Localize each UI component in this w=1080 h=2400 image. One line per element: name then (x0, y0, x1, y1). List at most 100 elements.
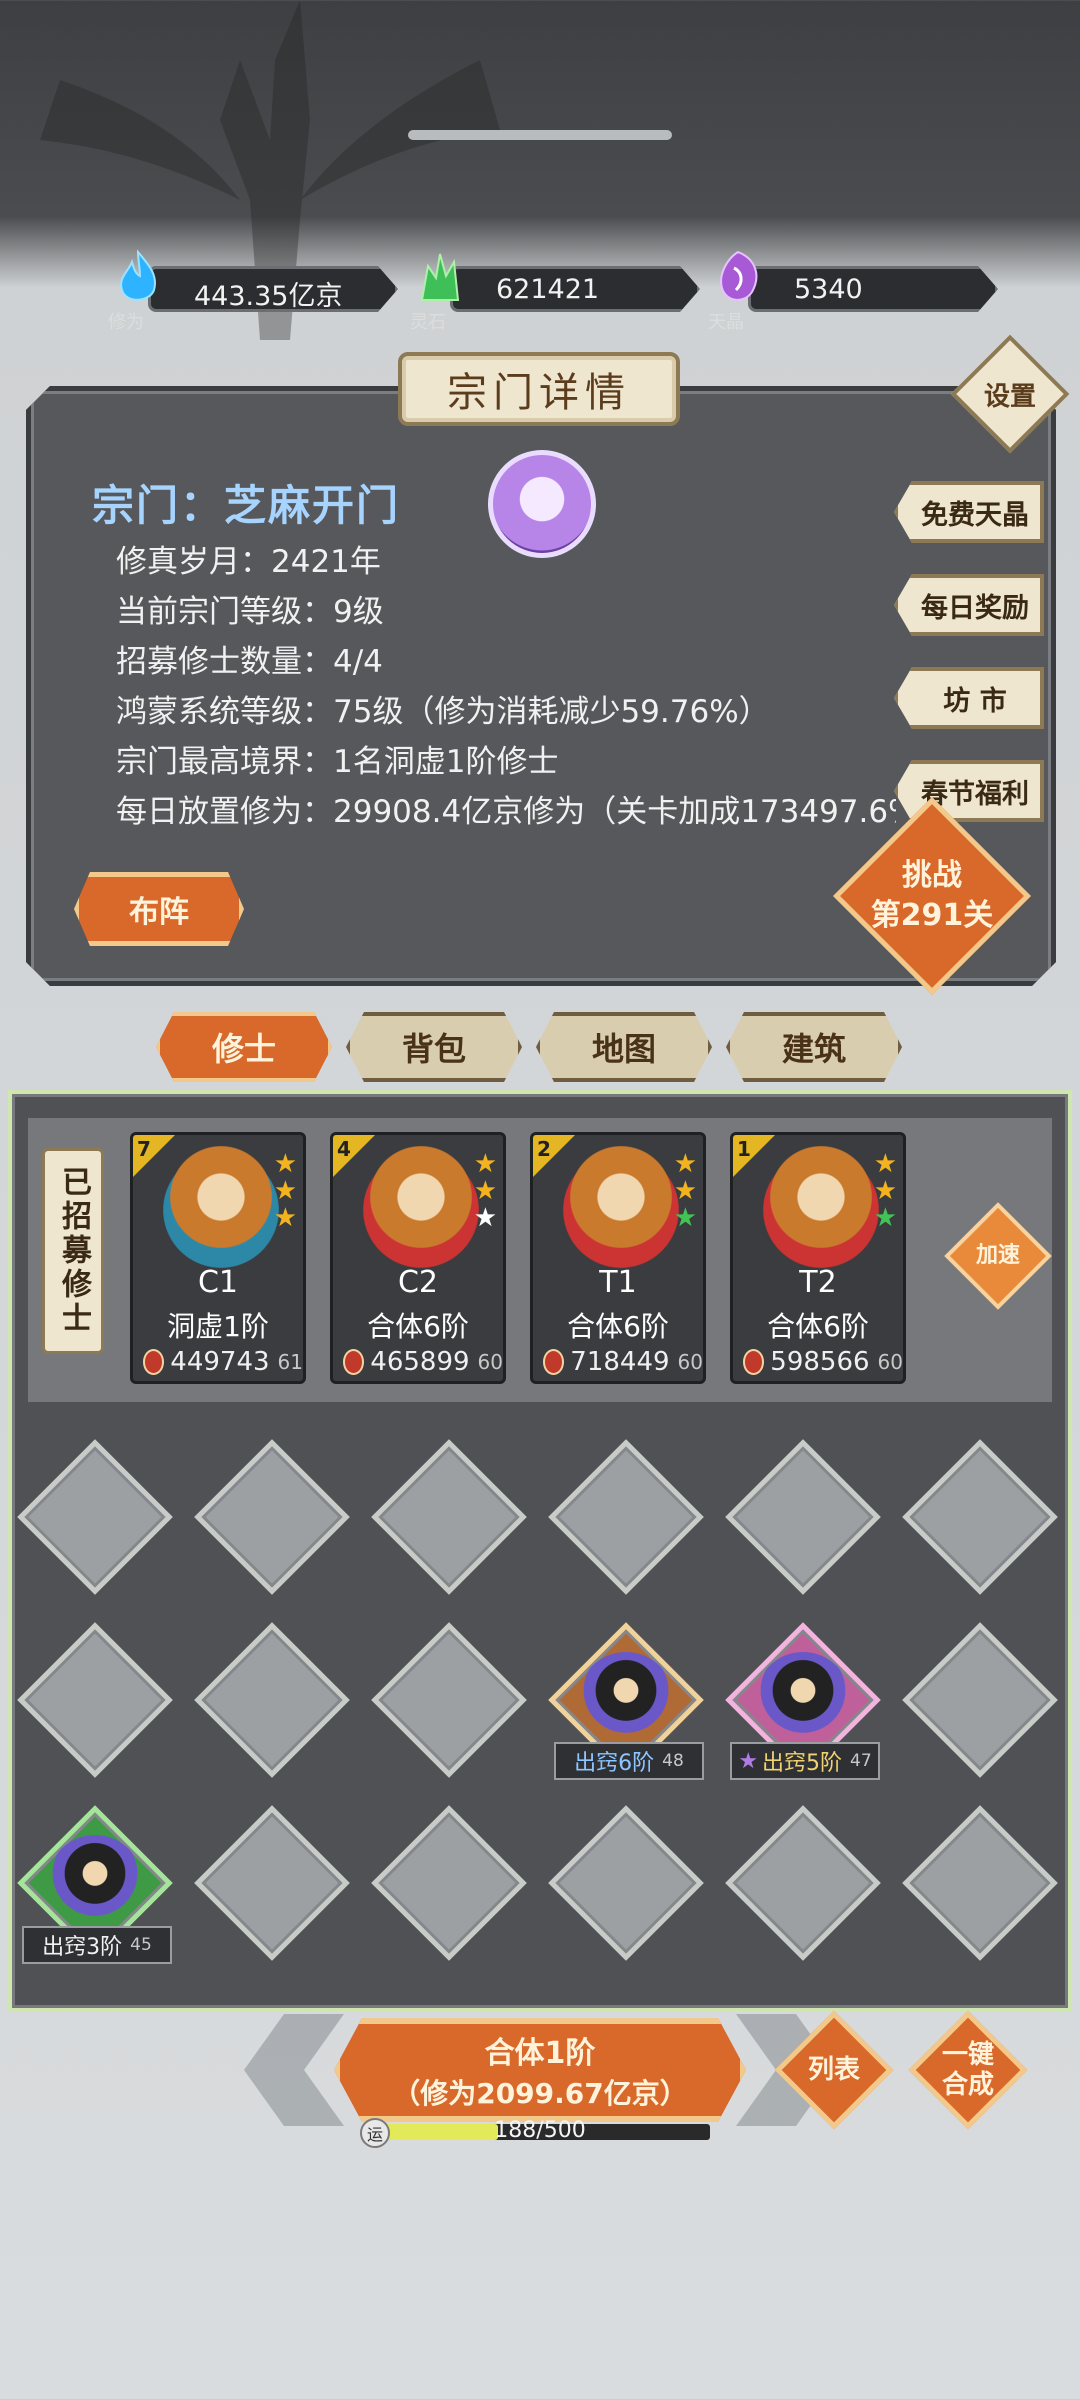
cultivator-power: 465899 60 (343, 1345, 503, 1379)
list-label: 列表 (807, 2055, 860, 2085)
resource-label: 灵石 (410, 312, 446, 333)
auto-merge-button[interactable]: 一键合成 (908, 2010, 1028, 2130)
star-rating: ★ ★ ★ (874, 1151, 897, 1231)
star-icon: ★ (873, 1203, 897, 1233)
market-button[interactable]: 坊 市 (894, 667, 1044, 729)
cultivator-realm: 合体6阶 (567, 1310, 669, 1343)
star-icon: ★ (273, 1176, 297, 1206)
star-icon: ★ (873, 1176, 897, 1206)
power-badge-icon (543, 1349, 565, 1375)
power-sub: 60 (677, 1350, 703, 1374)
cultivator-portrait (151, 1145, 291, 1275)
slot-realm: 出窍6阶 (574, 1751, 655, 1776)
star-icon: ★ (873, 1149, 897, 1179)
star-icon: ★ (273, 1203, 297, 1233)
power-badge-icon (743, 1349, 765, 1375)
cultivator-name: T1 (599, 1265, 637, 1300)
power-value: 718449 (570, 1347, 670, 1377)
cultivator-power: 718449 60 (543, 1345, 703, 1379)
settings-label: 设置 (983, 381, 1036, 412)
cultivator-name: C2 (397, 1265, 439, 1300)
slot-sub: 47 (850, 1751, 872, 1771)
cultivator-realm: 洞虚1阶 (167, 1310, 269, 1343)
cultivator-card[interactable]: 2 ★ ★ ★ T1 合体6阶 718449 60 (530, 1132, 706, 1384)
luck-progress-text: 188/500 (494, 2118, 586, 2143)
cultivator-name: C1 (197, 1265, 239, 1300)
star-rating: ★ ★ ★ (674, 1151, 697, 1231)
power-value: 449743 (170, 1347, 270, 1377)
cultivator-card[interactable]: 1 ★ ★ ★ T2 合体6阶 598566 60 (730, 1132, 906, 1384)
cultivator-power: 598566 60 (743, 1345, 903, 1379)
resource-cultivation[interactable]: 443.35亿京 修为 (108, 249, 398, 333)
star-icon: ★ (673, 1203, 697, 1233)
cultivator-card[interactable]: 7 ★ ★ ★ C1 洞虚1阶 449743 61 (130, 1132, 306, 1384)
resource-spirit-stone[interactable]: 621421 灵石 (410, 253, 700, 333)
info-system-level: 鸿蒙系统等级：75级（修为消耗减少59.76%） (116, 694, 770, 730)
cultivator-card[interactable]: 4 ★ ★ ★ C2 合体6阶 465899 60 (330, 1132, 506, 1384)
resource-value: 5340 (794, 274, 863, 305)
daily-reward-button[interactable]: 每日奖励 (894, 574, 1044, 636)
green-crystal-icon (420, 253, 460, 301)
power-badge-icon (343, 1349, 365, 1375)
tab-bag[interactable]: 背包 (346, 1012, 522, 1082)
challenge-line1: 挑战 (902, 858, 962, 893)
resource-sky-crystal[interactable]: 5340 天晶 (708, 250, 998, 333)
info-sect-level: 当前宗门等级：9级 (116, 594, 384, 630)
star-icon: ★ (473, 1203, 497, 1233)
slot-realm: 出窍3阶 (42, 1935, 123, 1960)
info-years: 修真岁月：2421年 (116, 544, 381, 580)
panel-title: 宗门详情 (398, 352, 680, 426)
challenge-stage: 第291关 (870, 898, 994, 933)
slot-tag: ★ 出窍5阶 47 (730, 1742, 880, 1780)
cultivator-portrait (351, 1145, 491, 1275)
sect-name: 宗门：芝麻开门 (92, 481, 401, 530)
formation-button[interactable]: 布阵 (74, 872, 244, 946)
slot-tag: 出窍3阶 45 (22, 1926, 172, 1964)
top-handle[interactable] (408, 130, 672, 140)
speed-up-label: 加速 (975, 1243, 1020, 1268)
info-highest-realm: 宗门最高境界：1名洞虚1阶修士 (116, 744, 559, 780)
info-daily-idle: 每日放置修为：29908.4亿京修为（关卡加成173497.6%） (116, 794, 896, 830)
merge-button[interactable]: 合体1阶 （修为2099.67亿京） (334, 2018, 746, 2122)
star-icon: ★ (673, 1149, 697, 1179)
info-recruit-count: 招募修士数量：4/4 (116, 644, 383, 680)
cultivator-figure (578, 1652, 674, 1748)
free-crystal-button[interactable]: 免费天晶 (894, 481, 1044, 543)
auto-merge-label: 一键合成 (941, 2040, 994, 2100)
resource-value: 443.35亿京 (194, 281, 343, 312)
cultivator-portrait (551, 1145, 691, 1275)
chevron-left-icon (244, 2014, 344, 2126)
slot-tag: 出窍6阶 48 (554, 1742, 704, 1780)
star-icon: ★ (473, 1176, 497, 1206)
cultivator-figure (755, 1652, 851, 1748)
tab-map[interactable]: 地图 (536, 1012, 712, 1082)
cultivator-realm: 合体6阶 (767, 1310, 869, 1343)
slot-sub: 45 (130, 1935, 152, 1955)
power-value: 598566 (770, 1347, 870, 1377)
power-sub: 60 (477, 1350, 503, 1374)
star-icon: ★ (273, 1149, 297, 1179)
sect-avatar[interactable] (488, 450, 596, 558)
blue-flame-icon (120, 249, 156, 301)
merge-cost: （修为2099.67亿京） (392, 2077, 688, 2110)
power-badge-icon (143, 1349, 165, 1375)
star-rating: ★ ★ ★ (274, 1151, 297, 1231)
cultivator-portrait (751, 1145, 891, 1275)
slot-realm: 出窍5阶 (762, 1751, 843, 1776)
resource-label: 天晶 (708, 312, 744, 333)
cultivator-power: 449743 61 (143, 1345, 303, 1379)
star-icon: ★ (673, 1176, 697, 1206)
cultivator-figure (47, 1835, 143, 1931)
star-icon: ★ (738, 1748, 759, 1774)
purple-crystal-icon (720, 250, 758, 301)
merge-realm: 合体1阶 (484, 2036, 596, 2071)
cultivator-name: T2 (799, 1265, 837, 1300)
tab-cultivators[interactable]: 修士 (156, 1012, 332, 1082)
power-sub: 61 (277, 1350, 303, 1374)
star-rating: ★ ★ ★ (474, 1151, 497, 1231)
power-value: 465899 (370, 1347, 470, 1377)
cultivator-realm: 合体6阶 (367, 1310, 469, 1343)
tab-buildings[interactable]: 建筑 (726, 1012, 902, 1082)
challenge-text: 挑战 第291关 (867, 831, 997, 961)
resource-pill (748, 266, 998, 312)
